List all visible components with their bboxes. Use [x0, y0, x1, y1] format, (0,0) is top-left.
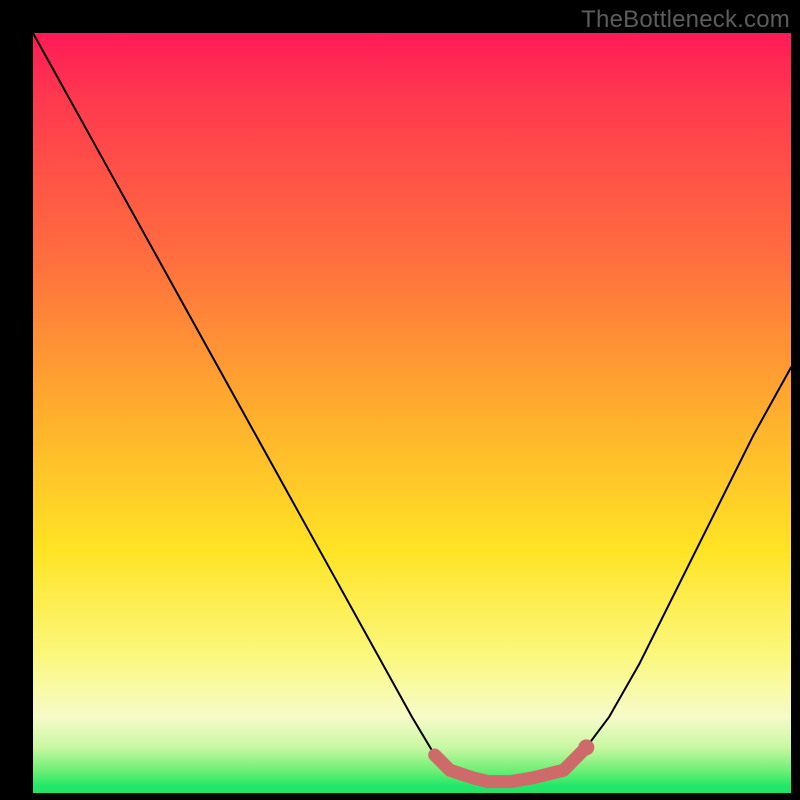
watermark-text: TheBottleneck.com: [581, 6, 790, 34]
bottleneck-curve-path: [33, 33, 791, 782]
plot-area: [33, 33, 791, 793]
outer-black-frame: TheBottleneck.com: [0, 0, 800, 800]
bottleneck-curve-svg: [33, 33, 791, 793]
valley-accent-path: [435, 747, 587, 781]
valley-accent-end-dot: [578, 739, 594, 755]
